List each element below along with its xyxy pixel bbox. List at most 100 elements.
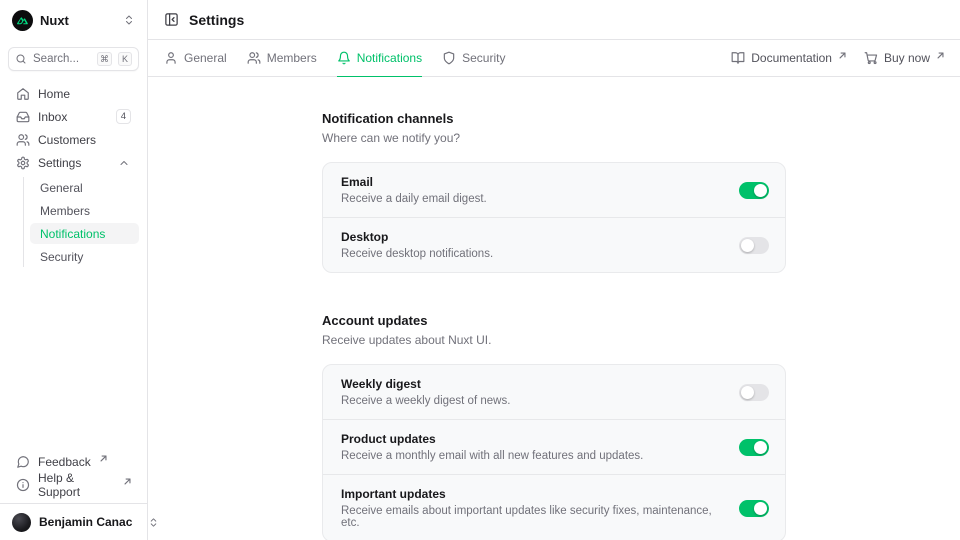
home-icon: [16, 87, 30, 101]
feedback-label: Feedback: [38, 455, 91, 469]
external-link-icon: [937, 52, 944, 59]
notification-channels-card: Email Receive a daily email digest. Desk…: [322, 162, 786, 273]
search-input[interactable]: Search... ⌘ K: [8, 47, 139, 71]
users-icon: [16, 133, 30, 147]
sidebar-item-notifications[interactable]: Notifications: [30, 223, 139, 244]
toggle-knob: [754, 502, 767, 515]
sidebar-nav: Home Inbox 4 Customers Settings General: [0, 83, 147, 267]
section-description: Receive updates about Nuxt UI.: [322, 333, 786, 347]
kbd-k: K: [118, 52, 132, 66]
setting-description: Receive a weekly digest of news.: [341, 395, 510, 407]
users-icon: [247, 51, 261, 65]
settings-tabs: General Members Notifications Security D…: [148, 40, 960, 77]
sidebar-item-label: Inbox: [38, 110, 67, 124]
chat-bubble-icon: [16, 455, 30, 469]
collapse-sidebar-icon[interactable]: [164, 12, 179, 27]
setting-title: Product updates: [341, 432, 643, 446]
bell-icon: [337, 51, 351, 65]
toggle-knob: [754, 441, 767, 454]
shield-icon: [442, 51, 456, 65]
chevron-up-icon: [117, 157, 131, 169]
product-updates-toggle[interactable]: [739, 439, 769, 456]
chevrons-up-down-icon: [123, 14, 135, 26]
documentation-button[interactable]: Documentation: [731, 51, 846, 65]
header-actions: Documentation Buy now: [731, 40, 944, 76]
main-panel: Settings General Members Notifications S…: [148, 0, 960, 540]
setting-description: Receive a daily email digest.: [341, 193, 487, 205]
section-description: Where can we notify you?: [322, 131, 786, 145]
notification-channels-section: Notification channels Where can we notif…: [322, 111, 786, 273]
kbd-cmd: ⌘: [97, 52, 112, 66]
inbox-count-badge: 4: [116, 109, 131, 124]
sidebar-item-inbox[interactable]: Inbox 4: [8, 106, 139, 127]
sidebar-item-members[interactable]: Members: [30, 200, 139, 221]
sidebar-subitem-label: Security: [40, 250, 83, 264]
section-title: Account updates: [322, 313, 786, 328]
toggle-knob: [741, 239, 754, 252]
account-updates-section: Account updates Receive updates about Nu…: [322, 313, 786, 540]
sidebar: Nuxt Search... ⌘ K Home Inbox 4: [0, 0, 148, 540]
tab-label: Members: [267, 51, 317, 65]
setting-description: Receive desktop notifications.: [341, 248, 493, 260]
tab-security[interactable]: Security: [442, 40, 505, 76]
app-window: Nuxt Search... ⌘ K Home Inbox 4: [0, 0, 960, 540]
sidebar-item-home[interactable]: Home: [8, 83, 139, 104]
user-name: Benjamin Canac: [39, 515, 132, 529]
sidebar-item-label: Settings: [38, 156, 81, 170]
tab-members[interactable]: Members: [247, 40, 317, 76]
external-link-icon: [124, 478, 131, 485]
desktop-setting-row: Desktop Receive desktop notifications.: [323, 217, 785, 272]
buy-now-label: Buy now: [884, 51, 930, 65]
email-toggle[interactable]: [739, 182, 769, 199]
user-menu[interactable]: Benjamin Canac: [0, 504, 147, 540]
external-link-icon: [100, 455, 107, 462]
setting-description: Receive emails about important updates l…: [341, 505, 723, 529]
avatar: [12, 513, 31, 532]
nuxt-logo-icon: [12, 10, 33, 31]
setting-title: Email: [341, 175, 487, 189]
email-setting-row: Email Receive a daily email digest.: [323, 163, 785, 217]
info-circle-icon: [16, 478, 30, 492]
product-updates-row: Product updates Receive a monthly email …: [323, 419, 785, 474]
inbox-icon: [16, 110, 30, 124]
weekly-digest-toggle[interactable]: [739, 384, 769, 401]
help-support-label: Help & Support: [38, 471, 115, 499]
user-icon: [164, 51, 178, 65]
setting-title: Desktop: [341, 230, 493, 244]
gear-icon: [16, 156, 30, 170]
help-support-link[interactable]: Help & Support: [8, 474, 139, 495]
cart-icon: [864, 51, 878, 65]
search-placeholder: Search...: [33, 53, 91, 65]
tab-label: Notifications: [357, 51, 422, 65]
tab-general[interactable]: General: [164, 40, 227, 76]
desktop-toggle[interactable]: [739, 237, 769, 254]
documentation-label: Documentation: [751, 51, 832, 65]
external-link-icon: [839, 52, 846, 59]
sidebar-item-label: Customers: [38, 133, 96, 147]
sidebar-item-label: Home: [38, 87, 70, 101]
setting-title: Weekly digest: [341, 377, 510, 391]
section-title: Notification channels: [322, 111, 786, 126]
tab-label: Security: [462, 51, 505, 65]
sidebar-item-general[interactable]: General: [30, 177, 139, 198]
account-updates-card: Weekly digest Receive a weekly digest of…: [322, 364, 786, 540]
buy-now-button[interactable]: Buy now: [864, 51, 944, 65]
weekly-digest-row: Weekly digest Receive a weekly digest of…: [323, 365, 785, 419]
page-header: Settings: [148, 0, 960, 40]
sidebar-subitem-label: Notifications: [40, 227, 105, 241]
setting-description: Receive a monthly email with all new fea…: [341, 450, 643, 462]
team-name: Nuxt: [40, 13, 69, 28]
tab-notifications[interactable]: Notifications: [337, 40, 422, 76]
feedback-link[interactable]: Feedback: [8, 451, 139, 472]
settings-subnav: General Members Notifications Security: [23, 177, 139, 267]
sidebar-item-customers[interactable]: Customers: [8, 129, 139, 150]
sidebar-item-settings[interactable]: Settings: [8, 152, 139, 173]
sidebar-item-security[interactable]: Security: [30, 246, 139, 267]
sidebar-subitem-label: General: [40, 181, 83, 195]
team-switcher[interactable]: Nuxt: [0, 0, 147, 40]
important-updates-toggle[interactable]: [739, 500, 769, 517]
book-icon: [731, 51, 745, 65]
sidebar-footer: Feedback Help & Support: [0, 451, 147, 495]
setting-title: Important updates: [341, 487, 723, 501]
important-updates-row: Important updates Receive emails about i…: [323, 474, 785, 540]
